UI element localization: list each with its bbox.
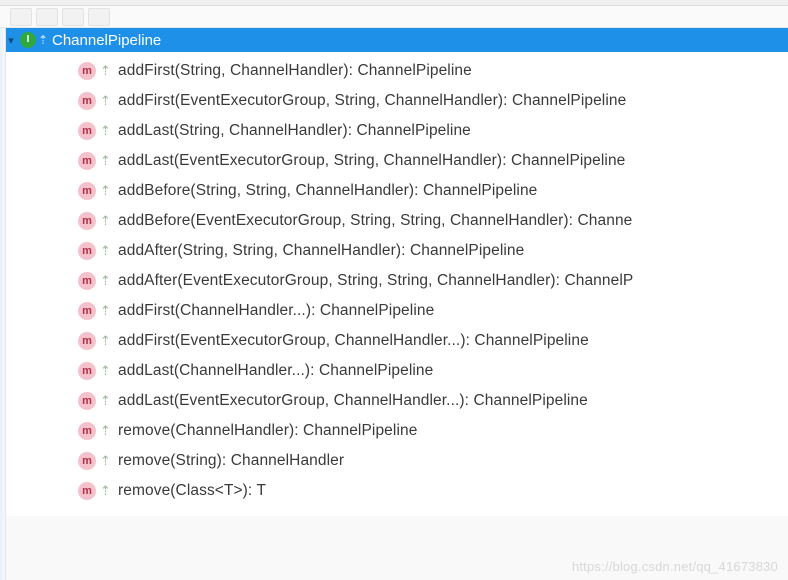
abstract-indicator-icon: ⇡ (100, 393, 112, 409)
method-icon: m (78, 242, 96, 260)
method-icon: m (78, 92, 96, 110)
method-row[interactable]: m⇡ addLast(EventExecutorGroup, String, Ch… (0, 146, 788, 176)
method-signature-label: addLast(String, ChannelHandler): Channel… (118, 122, 471, 140)
method-signature-label: addLast(ChannelHandler...): ChannelPipel… (118, 362, 433, 380)
abstract-indicator-icon: ⇡ (100, 453, 112, 469)
abstract-indicator-icon: ⇡ (100, 183, 112, 199)
toolbar-button[interactable] (88, 8, 110, 26)
method-signature-label: addBefore(EventExecutorGroup, String, St… (118, 212, 632, 230)
toolbar-button[interactable] (36, 8, 58, 26)
method-row[interactable]: m⇡ addBefore(EventExecutorGroup, String, … (0, 206, 788, 236)
method-signature-label: addFirst(EventExecutorGroup, ChannelHand… (118, 332, 589, 350)
method-signature-label: addLast(EventExecutorGroup, ChannelHandl… (118, 392, 588, 410)
method-row[interactable]: m⇡ remove(ChannelHandler): ChannelPipelin… (0, 416, 788, 446)
method-row[interactable]: m⇡ addFirst(EventExecutorGroup, String, C… (0, 86, 788, 116)
method-row[interactable]: m⇡ addFirst(String, ChannelHandler): Chan… (0, 56, 788, 86)
method-icon: m (78, 212, 96, 230)
method-signature-label: remove(String): ChannelHandler (118, 452, 344, 470)
method-row[interactable]: m⇡ remove(Class<T>): T (0, 476, 788, 506)
method-icon: m (78, 482, 96, 500)
method-signature-label: addAfter(EventExecutorGroup, String, Str… (118, 272, 633, 290)
method-icon: m (78, 422, 96, 440)
method-row[interactable]: m⇡ addAfter(EventExecutorGroup, String, S… (0, 266, 788, 296)
method-signature-label: remove(Class<T>): T (118, 482, 266, 500)
method-icon: m (78, 302, 96, 320)
toolbar (0, 6, 788, 28)
method-signature-label: addFirst(ChannelHandler...): ChannelPipe… (118, 302, 434, 320)
method-icon: m (78, 62, 96, 80)
toolbar-button[interactable] (62, 8, 84, 26)
abstract-indicator-icon: ⇡ (100, 483, 112, 499)
method-row[interactable]: m⇡ addLast(String, ChannelHandler): Chann… (0, 116, 788, 146)
left-gutter (0, 28, 6, 580)
method-icon: m (78, 272, 96, 290)
method-signature-label: addAfter(String, String, ChannelHandler)… (118, 242, 524, 260)
abstract-indicator-icon: ⇡ (38, 33, 48, 47)
method-icon: m (78, 122, 96, 140)
abstract-indicator-icon: ⇡ (100, 273, 112, 289)
method-icon: m (78, 362, 96, 380)
method-row[interactable]: m⇡ addLast(EventExecutorGroup, ChannelHan… (0, 386, 788, 416)
abstract-indicator-icon: ⇡ (100, 63, 112, 79)
abstract-indicator-icon: ⇡ (100, 153, 112, 169)
structure-tree: m⇡addFirst(String, ChannelHandler): Chan… (0, 52, 788, 516)
method-row[interactable]: m⇡ addBefore(String, String, ChannelHandl… (0, 176, 788, 206)
abstract-indicator-icon: ⇡ (100, 423, 112, 439)
abstract-indicator-icon: ⇡ (100, 123, 112, 139)
method-row[interactable]: m⇡ addLast(ChannelHandler...): ChannelPip… (0, 356, 788, 386)
method-icon: m (78, 332, 96, 350)
expand-caret-icon[interactable]: ▾ (4, 34, 18, 47)
abstract-indicator-icon: ⇡ (100, 363, 112, 379)
method-signature-label: remove(ChannelHandler): ChannelPipeline (118, 422, 417, 440)
method-row[interactable]: m⇡ addFirst(ChannelHandler...): ChannelPi… (0, 296, 788, 326)
class-name-label: ChannelPipeline (52, 32, 161, 49)
method-signature-label: addBefore(String, String, ChannelHandler… (118, 182, 537, 200)
abstract-indicator-icon: ⇡ (100, 243, 112, 259)
method-icon: m (78, 152, 96, 170)
method-signature-label: addLast(EventExecutorGroup, String, Chan… (118, 152, 625, 170)
abstract-indicator-icon: ⇡ (100, 93, 112, 109)
method-icon: m (78, 392, 96, 410)
watermark-text: https://blog.csdn.net/qq_41673830 (572, 559, 778, 574)
abstract-indicator-icon: ⇡ (100, 303, 112, 319)
interface-icon: I (20, 32, 36, 48)
toolbar-button[interactable] (10, 8, 32, 26)
abstract-indicator-icon: ⇡ (100, 333, 112, 349)
method-signature-label: addFirst(String, ChannelHandler): Channe… (118, 62, 472, 80)
abstract-indicator-icon: ⇡ (100, 213, 112, 229)
method-row[interactable]: m⇡ addAfter(String, String, ChannelHandle… (0, 236, 788, 266)
method-icon: m (78, 182, 96, 200)
method-signature-label: addFirst(EventExecutorGroup, String, Cha… (118, 92, 626, 110)
method-row[interactable]: m⇡ addFirst(EventExecutorGroup, ChannelHa… (0, 326, 788, 356)
method-row[interactable]: m⇡ remove(String): ChannelHandler (0, 446, 788, 476)
method-icon: m (78, 452, 96, 470)
tree-node-header[interactable]: ▾ I ⇡ ChannelPipeline (0, 28, 788, 52)
